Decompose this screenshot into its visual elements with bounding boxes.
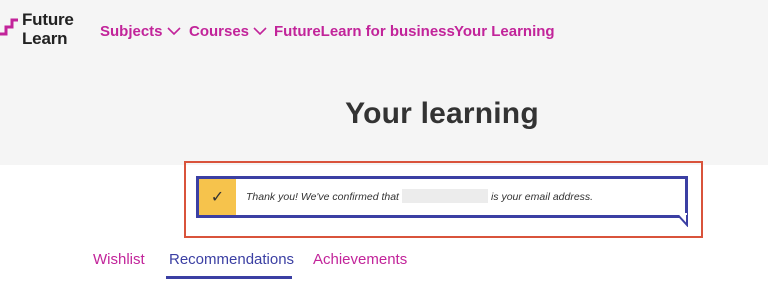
futurelearn-logo[interactable]: Future Learn xyxy=(0,10,90,50)
notice-text-after: is your email address. xyxy=(490,191,594,203)
page-title: Your learning xyxy=(345,97,539,130)
tab-wishlist[interactable]: Wishlist xyxy=(93,250,145,270)
active-tab-indicator xyxy=(166,276,292,279)
chevron-down-icon xyxy=(166,27,181,35)
logo-mark-icon xyxy=(0,18,18,36)
nav-item-subjects[interactable]: Subjects xyxy=(100,22,181,42)
check-icon: ✓ xyxy=(199,179,236,215)
logo-wordmark: Future Learn xyxy=(22,10,74,48)
nav-item-label: Your Learning xyxy=(454,23,555,40)
redacted-email xyxy=(401,189,488,203)
logo-line-2: Learn xyxy=(22,29,68,48)
nav-item-business[interactable]: FutureLearn for business xyxy=(274,22,455,42)
notice-text-before: Thank you! We've confirmed that xyxy=(246,191,399,203)
notice-tail-icon xyxy=(675,213,688,227)
nav-item-courses[interactable]: Courses xyxy=(189,22,267,42)
logo-line-1: Future xyxy=(22,10,74,29)
confirmation-notice: ✓ Thank you! We've confirmed that is your… xyxy=(196,176,688,218)
chevron-down-icon xyxy=(253,27,267,35)
notice-message: Thank you! We've confirmed that is your e… xyxy=(246,179,593,215)
nav-item-your-learning[interactable]: Your Learning xyxy=(454,22,555,42)
nav-item-label: Courses xyxy=(189,23,250,40)
nav-item-label: Subjects xyxy=(100,23,163,40)
tab-achievements[interactable]: Achievements xyxy=(313,250,407,270)
nav-item-label: FutureLearn for business xyxy=(274,23,455,40)
tab-recommendations[interactable]: Recommendations xyxy=(169,250,294,270)
